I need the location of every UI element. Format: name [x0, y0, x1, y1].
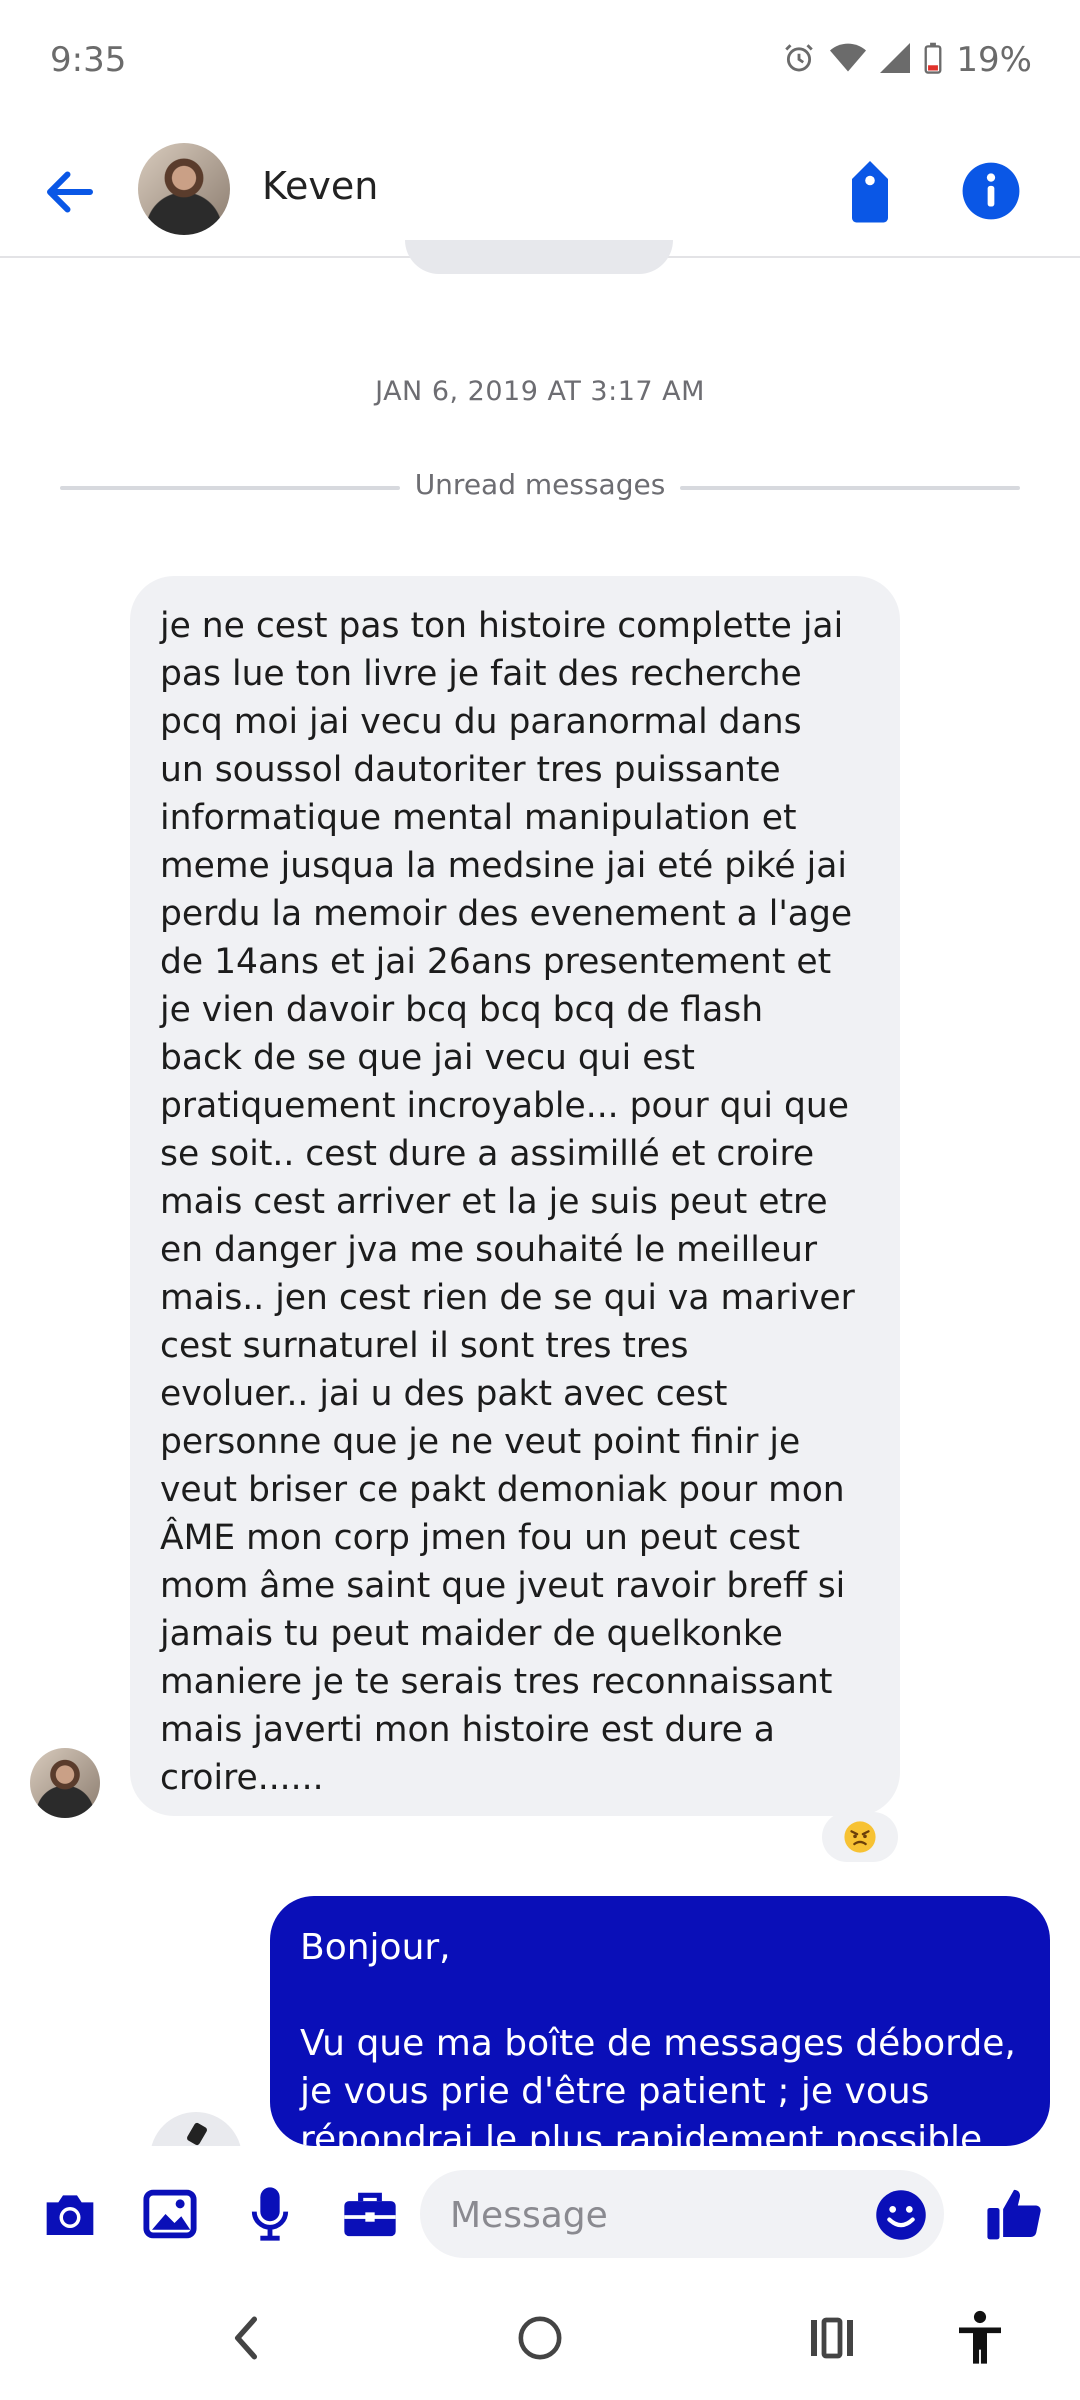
previous-message-bubble[interactable] [405, 240, 673, 274]
camera-button[interactable] [40, 2184, 100, 2244]
signal-icon [880, 43, 911, 77]
accessibility-button[interactable] [948, 2306, 1012, 2370]
info-button[interactable] [960, 160, 1022, 222]
tag-icon [852, 161, 888, 223]
unread-label: Unread messages [414, 468, 666, 501]
nav-recents-icon [811, 2317, 853, 2359]
nav-back-button[interactable] [214, 2306, 278, 2370]
accessibility-icon [959, 2310, 1001, 2364]
message-composer [0, 2146, 1080, 2276]
nav-back-icon [234, 2316, 258, 2360]
camera-icon [46, 2195, 94, 2235]
nav-home-button[interactable] [508, 2306, 572, 2370]
contact-avatar[interactable] [138, 143, 230, 235]
status-time: 9:35 [50, 40, 127, 80]
gallery-icon [143, 2189, 197, 2239]
sender-avatar[interactable] [30, 1748, 100, 1818]
briefcase-icon [344, 2192, 396, 2237]
message-reaction[interactable] [822, 1812, 898, 1862]
alarm-icon [782, 41, 816, 79]
thumbs-up-icon [987, 2189, 1041, 2240]
info-icon [962, 162, 1020, 220]
wifi-icon [830, 43, 867, 77]
back-arrow-icon [47, 171, 93, 213]
incoming-message-bubble[interactable]: je ne cest pas ton histoire complette ja… [130, 576, 900, 1816]
battery-icon [924, 42, 942, 78]
gallery-button[interactable] [140, 2184, 200, 2244]
briefcase-button[interactable] [340, 2184, 400, 2244]
emoji-icon [876, 2190, 926, 2240]
microphone-icon [251, 2187, 289, 2241]
tag-button[interactable] [840, 158, 900, 224]
message-timestamp: JAN 6, 2019 AT 3:17 AM [375, 376, 705, 407]
conversation-header: Keven [0, 128, 1080, 258]
incoming-message-text: je ne cest pas ton histoire complette ja… [160, 606, 855, 1798]
battery-percent: 19% [956, 40, 1032, 80]
emoji-button[interactable] [874, 2188, 928, 2242]
microphone-button[interactable] [240, 2184, 300, 2244]
unread-divider: Unread messages [60, 468, 1020, 508]
status-icons: 19% [782, 40, 1032, 80]
divider-line [680, 486, 1020, 490]
message-input-container[interactable] [420, 2170, 944, 2260]
system-navigation-bar [0, 2276, 1080, 2400]
message-input[interactable] [448, 2170, 872, 2260]
back-button[interactable] [40, 162, 100, 222]
status-bar: 9:35 19% [0, 0, 1080, 128]
outgoing-message-bubble[interactable]: Bonjour, Vu que ma boîte de messages déb… [270, 1896, 1050, 2146]
contact-name[interactable]: Keven [262, 164, 378, 208]
outgoing-message-text: Bonjour, Vu que ma boîte de messages déb… [300, 1927, 1016, 2146]
angry-face-icon [844, 1821, 876, 1853]
nav-recents-button[interactable] [800, 2306, 864, 2370]
nav-home-icon [518, 2316, 562, 2360]
like-button[interactable] [984, 2184, 1044, 2244]
